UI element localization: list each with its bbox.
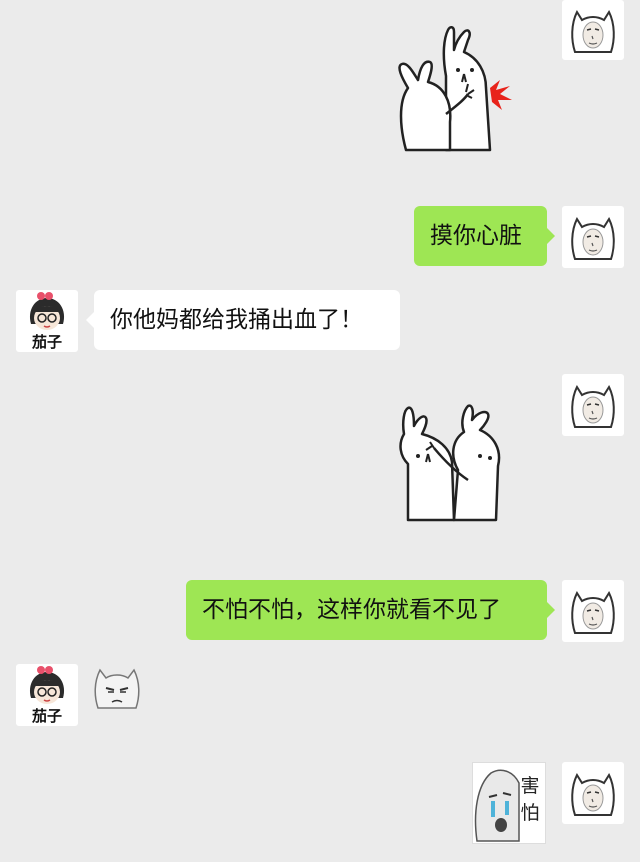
my-avatar[interactable]	[562, 206, 624, 268]
my-avatar[interactable]	[562, 762, 624, 824]
my-avatar[interactable]	[562, 0, 624, 60]
cat-face-icon	[571, 590, 615, 634]
message-bubble[interactable]: 你他妈都给我捅出血了！	[86, 290, 400, 350]
grumpy-cat-sticker[interactable]	[92, 664, 142, 714]
message-bubble[interactable]: 不怕不怕，这样你就看不见了	[186, 580, 555, 640]
friend-avatar[interactable]: 茄子	[16, 664, 78, 726]
cat-face-icon	[571, 772, 615, 816]
scared-face-sticker[interactable]: 害怕	[472, 762, 546, 844]
cat-face-icon	[571, 384, 615, 428]
rabbit-poke-heart-sticker[interactable]	[394, 18, 516, 156]
message-bubble[interactable]: 摸你心脏	[414, 206, 555, 266]
my-avatar[interactable]	[562, 580, 624, 642]
rabbit-cover-eyes-sticker[interactable]	[394, 400, 524, 524]
friend-avatar[interactable]: 茄子	[16, 290, 78, 352]
my-avatar[interactable]	[562, 374, 624, 436]
sticker-caption: 害怕	[520, 775, 540, 824]
friend-name-label: 茄子	[31, 333, 62, 351]
friend-name-label: 茄子	[31, 707, 62, 725]
cat-face-icon	[571, 216, 615, 260]
cat-face-icon	[571, 9, 615, 53]
crying-face-icon	[474, 769, 520, 842]
girl-face-icon	[29, 666, 65, 704]
girl-face-icon	[29, 292, 65, 330]
